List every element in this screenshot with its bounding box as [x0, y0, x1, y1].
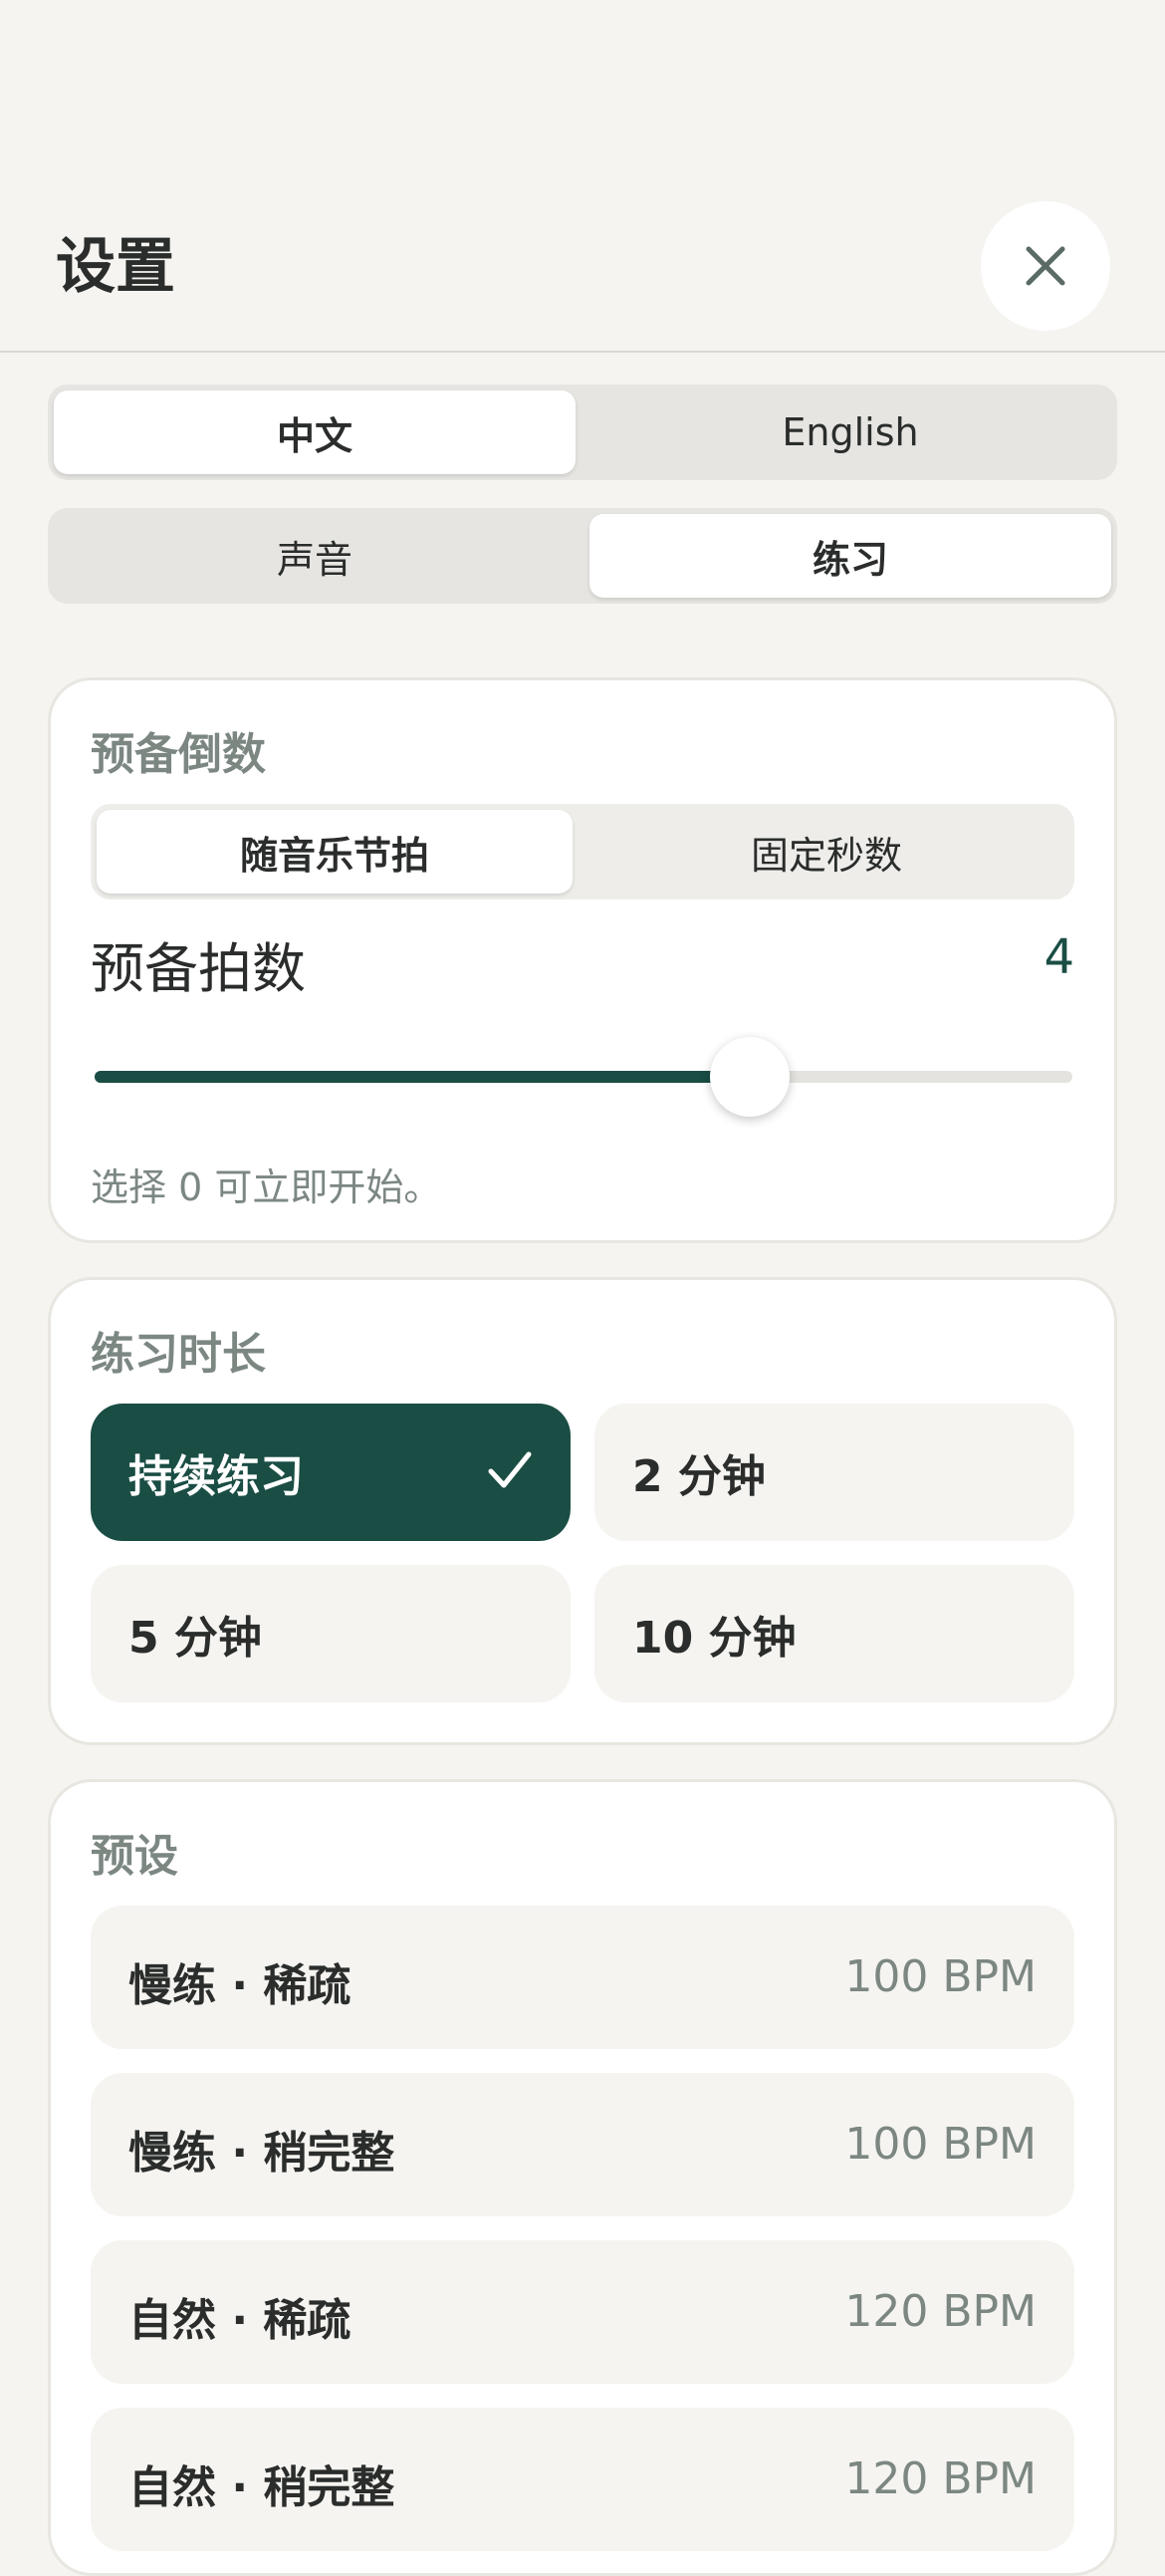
countdown-hint: 选择 0 可立即开始。 [91, 1165, 442, 1209]
page-title: 设置 [56, 232, 175, 302]
settings-section-tabs: 声音 练习 [48, 508, 1117, 604]
settings-header: 设置 [0, 0, 1165, 353]
checkmark-icon [488, 1451, 532, 1488]
slider-fill [95, 1071, 750, 1083]
preset-name: 自然 · 稍完整 [128, 2462, 395, 2513]
tab-sound[interactable]: 声音 [54, 514, 576, 598]
duration-option-label: 10 分钟 [632, 1613, 797, 1664]
preset-bpm: 100 BPM [844, 2119, 1037, 2170]
preset-item[interactable]: 自然 · 稍完整 120 BPM [91, 2408, 1074, 2551]
countdown-mode-beats[interactable]: 随音乐节拍 [97, 810, 573, 894]
duration-option-label: 2 分钟 [632, 1451, 766, 1502]
language-option-chinese[interactable]: 中文 [54, 390, 576, 474]
preset-name: 慢练 · 稀疏 [128, 1960, 351, 2011]
countdown-mode-seconds[interactable]: 固定秒数 [588, 810, 1064, 894]
presets-card: 预设 慢练 · 稀疏 100 BPM 慢练 · 稍完整 100 BPM 自然 ·… [48, 1779, 1117, 2576]
duration-option-label: 5 分钟 [128, 1613, 262, 1664]
duration-card: 练习时长 持续练习 2 分钟 5 分钟 10 分钟 [48, 1277, 1117, 1745]
duration-option-10min[interactable]: 10 分钟 [594, 1565, 1074, 1702]
preset-item[interactable]: 慢练 · 稍完整 100 BPM [91, 2073, 1074, 2216]
language-segmented-control: 中文 English [48, 385, 1117, 480]
countdown-card: 预备倒数 随音乐节拍 固定秒数 预备拍数 4 选择 0 可立即开始。 [48, 677, 1117, 1243]
countdown-beats-label: 预备拍数 [91, 937, 306, 1000]
preset-name: 自然 · 稀疏 [128, 2295, 351, 2346]
preset-name: 慢练 · 稍完整 [128, 2128, 395, 2179]
preset-item[interactable]: 自然 · 稀疏 120 BPM [91, 2240, 1074, 2384]
duration-option-5min[interactable]: 5 分钟 [91, 1565, 571, 1702]
presets-title: 预设 [91, 1831, 178, 1882]
duration-title: 练习时长 [91, 1329, 266, 1380]
duration-option-2min[interactable]: 2 分钟 [594, 1404, 1074, 1541]
close-icon [1026, 246, 1065, 286]
preset-item[interactable]: 慢练 · 稀疏 100 BPM [91, 1906, 1074, 2049]
countdown-title: 预备倒数 [91, 729, 266, 780]
countdown-beats-value: 4 [1044, 929, 1074, 985]
duration-option-label: 持续练习 [128, 1451, 304, 1502]
close-button[interactable] [981, 201, 1110, 331]
preset-bpm: 120 BPM [844, 2453, 1037, 2504]
preset-bpm: 120 BPM [844, 2286, 1037, 2337]
countdown-mode-control: 随音乐节拍 固定秒数 [91, 804, 1074, 900]
language-option-english[interactable]: English [589, 390, 1111, 474]
slider-thumb[interactable] [710, 1037, 790, 1117]
tab-practice[interactable]: 练习 [589, 514, 1111, 598]
duration-option-continuous[interactable]: 持续练习 [91, 1404, 571, 1541]
countdown-beats-slider[interactable] [95, 1071, 1072, 1083]
preset-bpm: 100 BPM [844, 1951, 1037, 2002]
